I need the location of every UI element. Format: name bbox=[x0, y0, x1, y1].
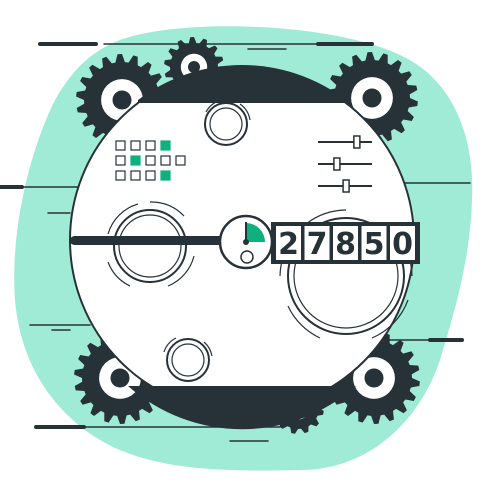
counter-digit: 5 bbox=[364, 227, 385, 262]
led-indicator-on-icon bbox=[160, 170, 171, 181]
led-indicator-off-icon bbox=[130, 170, 141, 181]
gauge-knob bbox=[240, 250, 254, 264]
counter-digit: 7 bbox=[307, 227, 328, 262]
led-indicator-off-icon bbox=[145, 155, 156, 166]
led-indicator-off-icon bbox=[160, 155, 171, 166]
led-indicator-off-icon bbox=[175, 155, 186, 166]
digital-counter: 27850 bbox=[271, 222, 420, 264]
led-indicator-off-icon bbox=[115, 140, 126, 151]
slider-handle bbox=[353, 135, 361, 149]
led-indicator-off-icon bbox=[130, 140, 141, 151]
slider-handle bbox=[342, 179, 350, 193]
counter-digit: 8 bbox=[335, 227, 356, 262]
machine-illustration: 27850 bbox=[0, 26, 473, 471]
led-indicator-on-icon bbox=[160, 140, 171, 151]
slider-handle bbox=[333, 157, 341, 171]
led-indicator-off-icon bbox=[115, 170, 126, 181]
led-indicator-off-icon bbox=[115, 155, 126, 166]
led-indicator-off-icon bbox=[145, 140, 156, 151]
led-indicator-on-icon bbox=[130, 155, 141, 166]
counter-digit: 0 bbox=[392, 227, 413, 262]
counter-digit: 2 bbox=[278, 227, 299, 262]
center-bar bbox=[70, 236, 235, 245]
gauge bbox=[218, 214, 274, 270]
led-indicator-off-icon bbox=[145, 170, 156, 181]
